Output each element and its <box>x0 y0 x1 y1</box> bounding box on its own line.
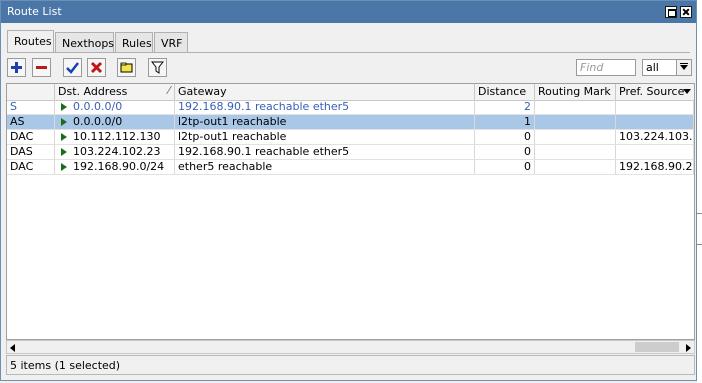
table-row[interactable]: DAC 10.112.112.130 l2tp-out1 reachable 0 103… <box>7 130 694 145</box>
filter-select-value: all <box>646 61 659 74</box>
cell-pref-source <box>616 145 694 159</box>
table-row[interactable]: AS 0.0.0.0/0 l2tp-out1 reachable 1 <box>7 115 694 130</box>
col-dst-address[interactable]: Dst. Address ⁄ <box>55 84 175 100</box>
cell-routing-mark <box>535 160 616 174</box>
cell-gateway: l2tp-out1 reachable <box>175 130 475 144</box>
disable-button[interactable] <box>87 58 106 77</box>
find-input[interactable]: Find <box>576 59 636 76</box>
title-bar[interactable]: Route List <box>1 1 696 23</box>
add-button[interactable] <box>7 58 26 77</box>
tab-rules[interactable]: Rules <box>115 32 153 52</box>
cell-dst: 10.112.112.130 <box>55 130 175 144</box>
cell-pref-source: 192.168.90.253 <box>616 160 694 174</box>
cell-gateway: ether5 reachable <box>175 160 475 174</box>
table-row[interactable]: S 0.0.0.0/0 192.168.90.1 reachable ether5 2 <box>7 100 694 115</box>
cell-routing-mark <box>535 130 616 144</box>
table-row[interactable]: DAS 103.224.102.23 192.168.90.1 reachable … <box>7 145 694 160</box>
remove-button[interactable] <box>32 58 51 77</box>
cell-distance: 2 <box>475 100 535 114</box>
column-menu-icon[interactable] <box>683 89 691 94</box>
cell-pref-source: 103.224.103.... <box>616 130 694 144</box>
cell-flags: DAC <box>7 160 55 174</box>
add-icon <box>11 62 22 73</box>
cell-dst: 103.224.102.23 <box>55 145 175 159</box>
table-row[interactable]: DAC 192.168.90.0/24 ether5 reachable 0 192.1… <box>7 160 694 175</box>
cell-flags: AS <box>7 115 55 129</box>
cell-gateway: 192.168.90.1 reachable ether5 <box>175 145 475 159</box>
col-flags[interactable] <box>7 84 55 100</box>
enable-check-icon <box>66 62 79 74</box>
filter-icon <box>151 61 164 74</box>
cell-distance: 0 <box>475 145 535 159</box>
tab-vrf[interactable]: VRF <box>154 32 188 52</box>
route-active-icon <box>61 163 67 171</box>
cell-flags: DAS <box>7 145 55 159</box>
tab-routes[interactable]: Routes <box>7 30 54 53</box>
route-active-icon <box>61 118 67 126</box>
sort-icon: ⁄ <box>168 84 170 97</box>
cell-flags: S <box>7 100 55 114</box>
route-list-window: Route List Routes Nexthops Rules VRF Fin… <box>0 0 697 381</box>
horizontal-scrollbar[interactable] <box>6 340 695 354</box>
cell-distance: 0 <box>475 160 535 174</box>
scroll-right-icon[interactable] <box>686 344 691 352</box>
route-active-icon <box>61 148 67 156</box>
route-active-icon <box>61 103 67 111</box>
status-bar: 5 items (1 selected) <box>6 355 695 375</box>
col-routing-mark[interactable]: Routing Mark <box>535 84 616 100</box>
routes-table: Dst. Address ⁄ Gateway Distance Routing M… <box>6 83 695 340</box>
tab-divider <box>7 52 690 53</box>
col-distance[interactable]: Distance <box>475 84 535 100</box>
cell-routing-mark <box>535 115 616 129</box>
route-active-icon <box>61 133 67 141</box>
cell-gateway: l2tp-out1 reachable <box>175 115 475 129</box>
window-title: Route List <box>7 5 62 18</box>
cell-distance: 1 <box>475 115 535 129</box>
status-text: 5 items (1 selected) <box>10 359 121 372</box>
cell-gateway: 192.168.90.1 reachable ether5 <box>175 100 475 114</box>
enable-button[interactable] <box>63 58 82 77</box>
comment-icon <box>120 62 133 73</box>
scroll-left-icon[interactable] <box>10 344 15 352</box>
cell-dst: 0.0.0.0/0 <box>55 100 175 114</box>
cell-pref-source <box>616 100 694 114</box>
cell-dst: 192.168.90.0/24 <box>55 160 175 174</box>
col-gateway[interactable]: Gateway <box>175 84 475 100</box>
filter-select[interactable]: all <box>642 59 692 76</box>
close-icon[interactable] <box>680 6 692 18</box>
scroll-thumb[interactable] <box>635 342 679 352</box>
comment-button[interactable] <box>117 58 136 77</box>
cell-routing-mark <box>535 145 616 159</box>
background-edge <box>697 0 702 383</box>
filter-button[interactable] <box>148 58 167 77</box>
disable-x-icon <box>90 61 103 74</box>
cell-dst: 0.0.0.0/0 <box>55 115 175 129</box>
cell-flags: DAC <box>7 130 55 144</box>
table-header: Dst. Address ⁄ Gateway Distance Routing M… <box>7 84 694 101</box>
cell-distance: 0 <box>475 130 535 144</box>
cell-pref-source <box>616 115 694 129</box>
remove-icon <box>36 66 47 69</box>
maximize-icon[interactable] <box>665 6 677 18</box>
toolbar: Find all <box>7 58 692 80</box>
cell-routing-mark <box>535 100 616 114</box>
tab-nexthops[interactable]: Nexthops <box>55 32 114 52</box>
col-pref-source[interactable]: Pref. Source <box>616 84 694 100</box>
chevron-down-icon[interactable] <box>676 60 691 75</box>
